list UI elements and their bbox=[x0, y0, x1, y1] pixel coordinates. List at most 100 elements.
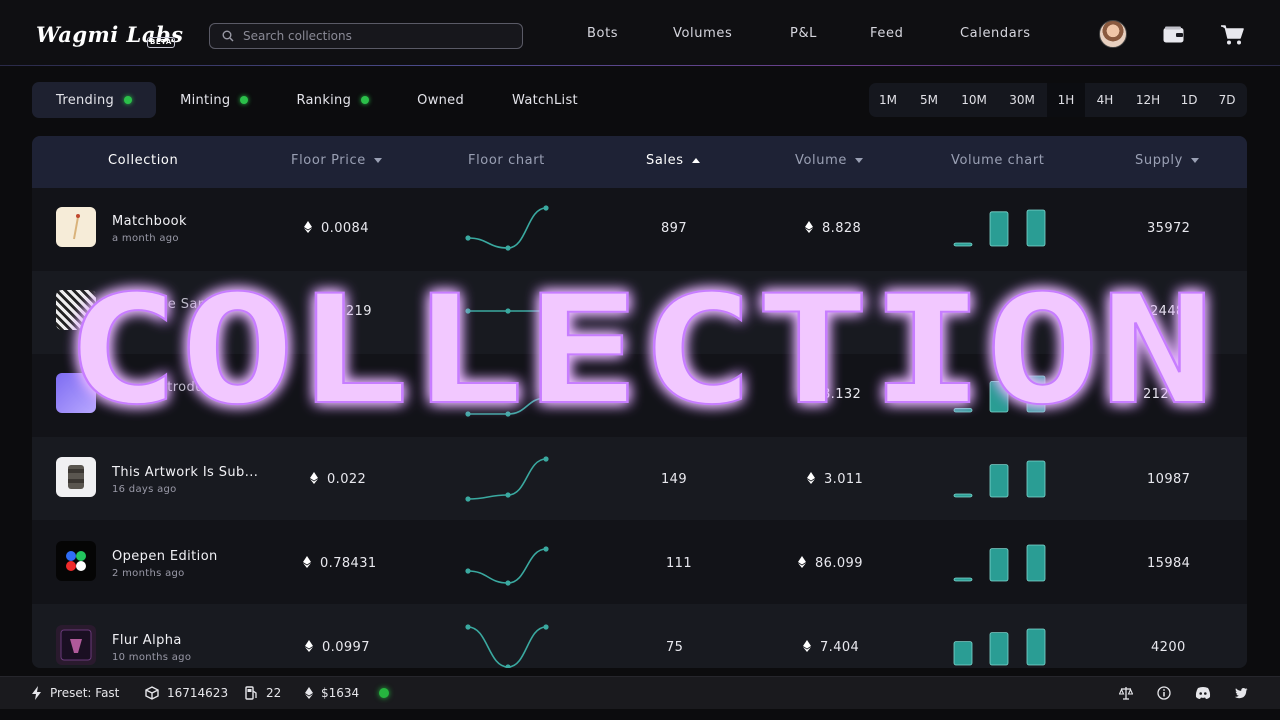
column-volume[interactable]: Volume bbox=[795, 153, 863, 168]
period-1m[interactable]: 1M bbox=[869, 83, 907, 117]
collection-name[interactable]: Flur Alpha bbox=[112, 633, 182, 648]
volume-chart bbox=[952, 291, 1052, 335]
volume-bar bbox=[1026, 628, 1046, 666]
floor-chart bbox=[465, 308, 549, 314]
collection-name[interactable]: Base, Introduced bbox=[112, 380, 228, 395]
collection-age: 2 months ago bbox=[112, 568, 185, 579]
period-12h[interactable]: 12H bbox=[1125, 83, 1171, 117]
tab-label: Ranking bbox=[296, 92, 352, 108]
cart-icon[interactable] bbox=[1220, 24, 1244, 46]
tab-ranking[interactable]: Ranking bbox=[272, 82, 393, 118]
table-row[interactable]: Base, Introduced 8.132 212450 bbox=[32, 354, 1247, 437]
ethereum-icon bbox=[303, 556, 311, 568]
period-7d[interactable]: 7D bbox=[1207, 83, 1247, 117]
ethereum-icon bbox=[305, 640, 313, 652]
volume-bar bbox=[953, 577, 973, 582]
volume-bar bbox=[953, 641, 973, 666]
floor-price: 0.78431 bbox=[303, 556, 377, 571]
volume-bar bbox=[1026, 375, 1046, 413]
volume: 86.099 bbox=[798, 556, 863, 571]
floor-chart-point bbox=[465, 308, 471, 314]
period-1h[interactable]: 1H bbox=[1047, 83, 1085, 117]
volume: 7.404 bbox=[803, 640, 859, 655]
wallet-icon[interactable] bbox=[1163, 26, 1184, 43]
period-1d[interactable]: 1D bbox=[1171, 83, 1207, 117]
search-input[interactable] bbox=[243, 29, 503, 43]
volume: 8.132 bbox=[822, 387, 862, 402]
collection-thumbnail bbox=[56, 373, 96, 413]
supply: 2448 bbox=[1150, 304, 1185, 319]
status-bar: Preset: Fast 16714623 22 $1634 bbox=[0, 676, 1280, 709]
sort-up-icon bbox=[691, 158, 700, 163]
floor-price: 0.0997 bbox=[305, 640, 370, 655]
period-5m[interactable]: 5M bbox=[907, 83, 951, 117]
gas-price: 22 bbox=[245, 686, 281, 700]
floor-chart-point bbox=[505, 664, 511, 668]
preset-selector[interactable]: Preset: Fast bbox=[31, 686, 119, 700]
nav-calendars[interactable]: Calendars bbox=[960, 26, 1031, 41]
collection-name[interactable]: Opepen Edition bbox=[112, 549, 218, 564]
floor-chart bbox=[465, 546, 549, 586]
table-row[interactable]: Matchbook a month ago 0.0084 897 8.828 3… bbox=[32, 188, 1247, 271]
period-30m[interactable]: 30M bbox=[997, 83, 1047, 117]
tab-trending[interactable]: Trending bbox=[32, 82, 157, 118]
volume-bar bbox=[989, 381, 1009, 413]
info-icon[interactable] bbox=[1157, 686, 1171, 700]
column-supply[interactable]: Supply bbox=[1135, 153, 1199, 168]
floor-chart-line bbox=[467, 548, 547, 584]
avatar[interactable] bbox=[1099, 20, 1127, 48]
floor-price: 0.0219 bbox=[324, 304, 372, 319]
column-sales[interactable]: Sales bbox=[646, 153, 700, 168]
search-box[interactable] bbox=[209, 23, 523, 49]
floor-chart bbox=[465, 395, 549, 417]
table-row[interactable]: This Artwork Is Sub... 16 days ago 0.022… bbox=[32, 437, 1247, 520]
top-bar-divider bbox=[0, 65, 1280, 66]
volume-bar bbox=[989, 548, 1009, 582]
volume-chart bbox=[953, 460, 1046, 498]
floor-value: 0.78431 bbox=[320, 556, 377, 571]
collection-thumbnail bbox=[56, 207, 96, 247]
sales-count: 897 bbox=[661, 221, 688, 236]
volume-value: 86.099 bbox=[815, 556, 863, 571]
volume-bar bbox=[953, 242, 973, 247]
live-indicator bbox=[240, 96, 249, 104]
period-10m[interactable]: 10M bbox=[951, 83, 997, 117]
search-icon bbox=[222, 30, 234, 42]
nav-feed[interactable]: Feed bbox=[870, 26, 903, 41]
twitter-icon[interactable] bbox=[1234, 686, 1248, 700]
floor-chart-point bbox=[543, 395, 549, 401]
collection-thumbnail bbox=[56, 457, 96, 497]
preset-label: Preset: Fast bbox=[50, 686, 120, 700]
nav-pnl[interactable]: P&L bbox=[790, 26, 817, 41]
ethereum-icon bbox=[807, 472, 815, 484]
collection-age: 16 days ago bbox=[112, 484, 177, 495]
tab-label: Owned bbox=[417, 92, 465, 108]
nav-volumes[interactable]: Volumes bbox=[673, 26, 732, 41]
nav-bots[interactable]: Bots bbox=[587, 26, 618, 41]
floor-value: 0.022 bbox=[327, 472, 367, 487]
column-collection[interactable]: Collection bbox=[108, 153, 178, 168]
collection-name[interactable]: The Rope Samurai bbox=[112, 297, 238, 312]
ethereum-icon bbox=[304, 221, 312, 233]
live-indicator bbox=[124, 96, 133, 104]
supply: 212450 bbox=[1143, 387, 1196, 402]
period-4h[interactable]: 4H bbox=[1085, 83, 1125, 117]
tab-minting[interactable]: Minting bbox=[156, 82, 272, 118]
collection-name[interactable]: Matchbook bbox=[112, 214, 187, 229]
tab-watchlist[interactable]: WatchList bbox=[488, 82, 602, 118]
discord-icon[interactable] bbox=[1195, 686, 1211, 700]
sort-down-icon bbox=[1190, 158, 1199, 163]
table-row[interactable]: Opepen Edition 2 months ago 0.78431 111 … bbox=[32, 521, 1247, 604]
collection-thumbnail bbox=[56, 541, 96, 581]
table-row[interactable]: The Rope Samurai 0.0219 2448 bbox=[32, 271, 1247, 354]
column-floor-price[interactable]: Floor Price bbox=[291, 153, 382, 168]
scale-icon[interactable] bbox=[1119, 686, 1133, 700]
table-row[interactable]: Flur Alpha 10 months ago 0.0997 75 7.404… bbox=[32, 604, 1247, 668]
floor-chart-point bbox=[543, 546, 549, 552]
block-value: 16714623 bbox=[167, 686, 229, 700]
collection-name[interactable]: This Artwork Is Sub... bbox=[112, 465, 258, 480]
sales-count: 111 bbox=[666, 556, 693, 571]
tab-owned[interactable]: Owned bbox=[393, 82, 488, 118]
floor-chart bbox=[465, 624, 549, 668]
collection-tabs: Trending Minting Ranking Owned WatchList bbox=[32, 82, 602, 118]
